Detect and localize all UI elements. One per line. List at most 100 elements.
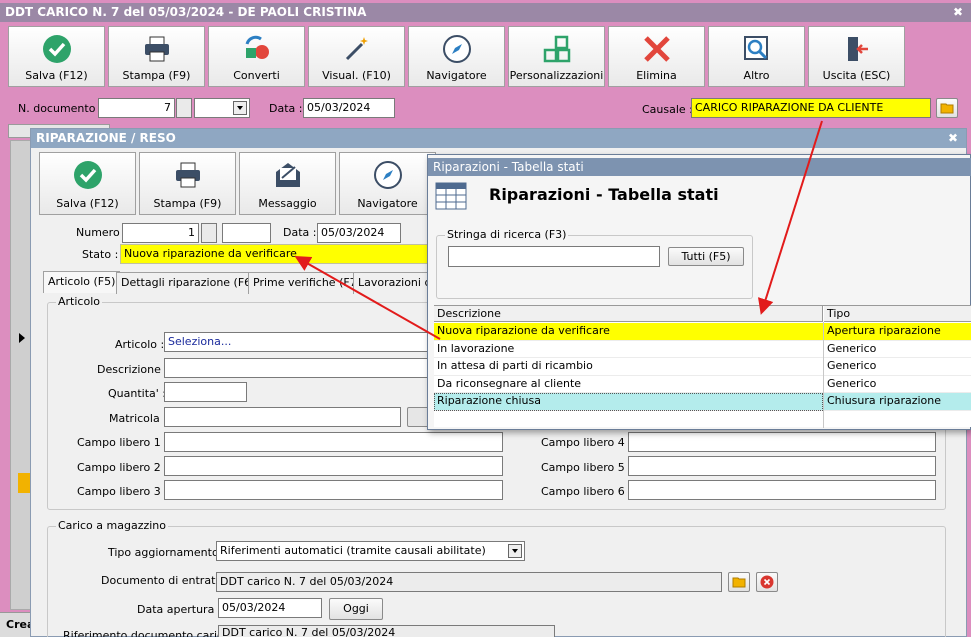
campo1-label: Campo libero 1 : [77, 436, 168, 449]
delete-label: Elimina [636, 69, 677, 82]
table-row-desc[interactable]: In attesa di parti di ricambio [434, 358, 823, 376]
search-group-title: Stringa di ricerca (F3) [445, 228, 569, 242]
causale-input[interactable]: CARICO RIPARAZIONE DA CLIENTE [691, 98, 931, 118]
table-row-tipo[interactable]: Generico [824, 375, 971, 393]
doc-series-select[interactable] [194, 98, 250, 118]
causale-folder-button[interactable] [936, 98, 958, 118]
message-icon [276, 163, 300, 187]
column-header-tipo[interactable]: Tipo [824, 306, 971, 322]
apertura-input[interactable]: 05/03/2024 [218, 598, 322, 618]
articolo-group-title: Articolo [56, 295, 102, 309]
campo4-label: Campo libero 4 : [541, 436, 632, 449]
rif-input[interactable]: DDT carico N. 7 del 05/03/2024 [218, 625, 555, 637]
doc-number-suffix[interactable] [176, 98, 192, 118]
table-row-desc[interactable]: Da riconsegnare al cliente [434, 375, 823, 393]
print-button[interactable]: Stampa (F9) [108, 26, 205, 87]
numero-suffix[interactable] [201, 223, 217, 243]
table-row-tipo[interactable]: Generico [824, 358, 971, 376]
repair-print-button[interactable]: Stampa (F9) [139, 152, 236, 215]
stati-window: Riparazioni - Tabella stati Riparazioni … [427, 154, 971, 430]
stati-title: Riparazioni - Tabella stati [433, 160, 584, 174]
chevron-down-icon[interactable] [508, 544, 522, 558]
stato-input[interactable]: Nuova riparazione da verificare [120, 244, 428, 264]
compass-icon [374, 161, 402, 189]
repair-navigator-button[interactable]: Navigatore [339, 152, 436, 215]
descrizione-input[interactable] [164, 358, 434, 378]
causale-label: Causale : [642, 103, 693, 116]
convert-button[interactable]: Converti [208, 26, 305, 87]
campo2-input[interactable] [164, 456, 503, 476]
exit-button[interactable]: Uscita (ESC) [808, 26, 905, 87]
campo3-input[interactable] [164, 480, 503, 500]
tab-dettagli[interactable]: Dettagli riparazione (F6) [116, 272, 261, 294]
visual-button[interactable]: Visual. (F10) [308, 26, 405, 87]
column-header-descrizione[interactable]: Descrizione [434, 306, 823, 322]
descrizione-label: Descrizione : [97, 363, 169, 376]
navigator-button[interactable]: Navigatore [408, 26, 505, 87]
campo6-input[interactable] [628, 480, 936, 500]
other-button[interactable]: Altro [708, 26, 805, 87]
all-button[interactable]: Tutti (F5) [668, 247, 744, 266]
repair-close-button[interactable]: ✖ [945, 130, 961, 146]
doc-number-input[interactable]: 7 [98, 98, 175, 118]
doc-entrata-folder-button[interactable] [728, 572, 750, 592]
repair-save-label: Salva (F12) [56, 197, 119, 210]
campo5-input[interactable] [628, 456, 936, 476]
tab-lavorazioni[interactable]: Lavorazioni da [353, 272, 430, 294]
printer-icon [145, 36, 169, 62]
numero-series-input[interactable] [222, 223, 271, 243]
table-row-desc[interactable]: In lavorazione [434, 340, 823, 358]
tipo-select[interactable]: Riferimenti automatici (tramite causali … [216, 541, 525, 561]
other-label: Altro [743, 69, 770, 82]
table-row-desc[interactable]: Nuova riparazione da verificare [434, 323, 823, 341]
delete-button[interactable]: Elimina [608, 26, 705, 87]
navigator-label: Navigatore [426, 69, 487, 82]
apertura-label: Data apertura : [137, 603, 222, 616]
main-title: DDT CARICO N. 7 del 05/03/2024 - DE PAOL… [5, 5, 367, 19]
repair-save-button[interactable]: Salva (F12) [39, 152, 136, 215]
table-row-tipo[interactable]: Chiusura riparazione [824, 393, 971, 411]
quantita-label: Quantita' : [108, 387, 166, 400]
table-row-tipo[interactable]: Generico [824, 340, 971, 358]
check-icon [74, 161, 102, 189]
main-close-button[interactable]: ✖ [950, 4, 966, 20]
magnifier-icon [744, 36, 768, 60]
doc-entrata-input[interactable]: DDT carico N. 7 del 05/03/2024 [216, 572, 722, 592]
matricola-input[interactable] [164, 407, 401, 427]
articolo-input[interactable]: Seleziona... [164, 332, 434, 352]
articolo-label: Articolo : [115, 338, 165, 351]
delete-circle-icon [760, 575, 774, 589]
stati-title-bar: Riparazioni - Tabella stati [428, 158, 971, 176]
campo4-input[interactable] [628, 432, 936, 452]
date-input[interactable]: 05/03/2024 [303, 98, 395, 118]
repair-title-bar: RIPARAZIONE / RESO [31, 129, 966, 148]
quantita-input[interactable] [164, 382, 247, 402]
row-selector-icon [19, 333, 25, 343]
main-left-panel [10, 140, 32, 610]
customize-button[interactable]: Personalizzazioni [508, 26, 605, 87]
save-button[interactable]: Salva (F12) [8, 26, 105, 87]
table-row-tipo[interactable]: Apertura riparazione [824, 323, 971, 341]
table-row-desc[interactable]: Riparazione chiusa [434, 393, 823, 411]
campo1-input[interactable] [164, 432, 503, 452]
repair-navigator-label: Navigatore [357, 197, 418, 210]
repair-message-label: Messaggio [258, 197, 317, 210]
doc-entrata-label: Documento di entrata : [101, 574, 230, 587]
tipo-label: Tipo aggiornamento : [108, 546, 226, 559]
doc-entrata-clear-button[interactable] [756, 572, 778, 592]
table-icon [435, 182, 467, 210]
save-label: Salva (F12) [25, 69, 88, 82]
stato-label: Stato : [82, 248, 119, 261]
tab-articolo[interactable]: Articolo (F5) [43, 271, 121, 293]
date-label: Data : [269, 102, 303, 115]
repair-date-input[interactable]: 05/03/2024 [317, 223, 401, 243]
repair-message-button[interactable]: Messaggio [239, 152, 336, 215]
tab-prime-verifiche[interactable]: Prime verifiche (F7) [248, 272, 366, 294]
repair-date-label: Data : [283, 226, 317, 239]
print-label: Stampa (F9) [122, 69, 191, 82]
numero-input[interactable]: 1 [122, 223, 199, 243]
search-input[interactable] [448, 246, 660, 267]
convert-icon [245, 35, 269, 59]
grid-icon [543, 35, 571, 63]
oggi-button[interactable]: Oggi [329, 598, 383, 620]
